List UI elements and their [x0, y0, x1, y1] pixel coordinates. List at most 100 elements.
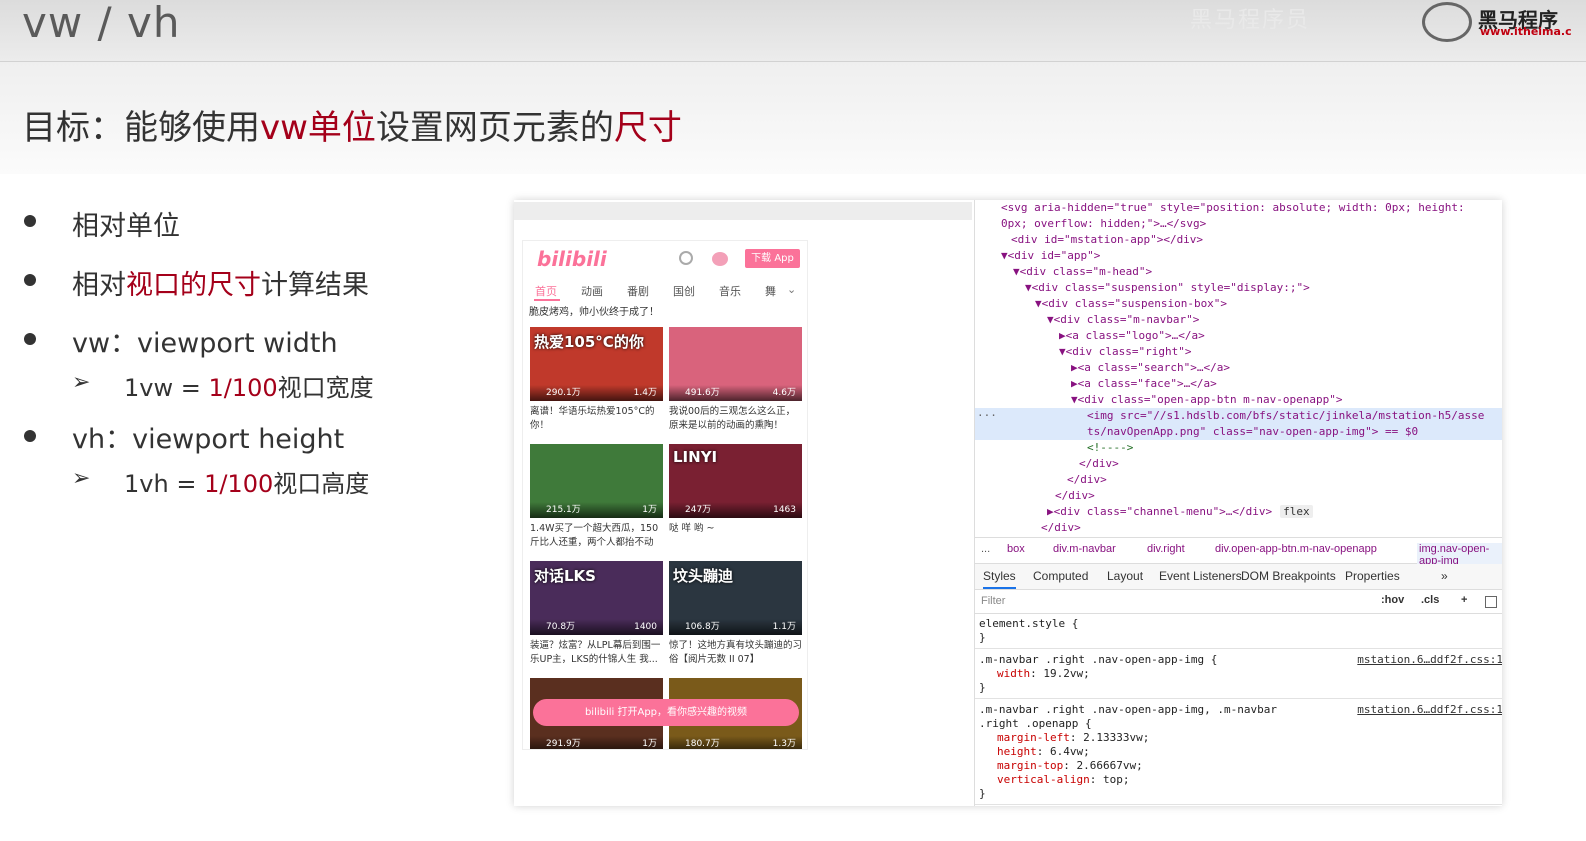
- video-caption[interactable]: 装逼？炫富？从LPL幕后到围一乐UP主，LKS的什锦人生 我...: [530, 639, 663, 667]
- dom-node[interactable]: ts/navOpenApp.png" class="nav-open-app-i…: [975, 424, 1502, 440]
- breadcrumb-item[interactable]: div.m-navbar: [1053, 543, 1116, 555]
- tab-guochuang[interactable]: 国创: [673, 283, 695, 299]
- css-prop-name: margin-left: [997, 731, 1070, 744]
- dom-node[interactable]: </div>: [975, 488, 1502, 504]
- search-icon[interactable]: [679, 251, 693, 265]
- chevron-down-icon[interactable]: ⌄: [787, 283, 796, 296]
- vh-def-em: 1/100: [204, 470, 274, 498]
- dom-node[interactable]: <!---->: [975, 440, 1502, 456]
- video-stats: 491.6万 4.6万: [669, 385, 802, 401]
- dom-node[interactable]: ▼<div class="open-app-btn m-nav-openapp"…: [975, 392, 1502, 408]
- video-thumbnail[interactable]: 215.1万 1万: [530, 444, 663, 518]
- video-card[interactable]: 对话LKS 70.8万 1400 装逼？炫富？从LPL幕后到围一乐UP主，LKS的什锦…: [530, 561, 663, 667]
- video-caption[interactable]: 离谱！华语乐坛热爱105°C的你！: [530, 405, 663, 433]
- video-card[interactable]: 坟头蹦迪 106.8万 1.1万惊了！这地方真有坟头蹦迪的习俗【阅片无数 II 07…: [669, 561, 802, 667]
- css-property[interactable]: margin-left: 2.13333vw;: [979, 731, 1499, 745]
- dom-node[interactable]: ▼<div class="suspension-box">: [975, 296, 1502, 312]
- tab-home[interactable]: 首页: [535, 283, 557, 299]
- dom-node[interactable]: ▼<div class="m-head">: [975, 264, 1502, 280]
- dom-node[interactable]: ▼<div class="m-navbar">: [975, 312, 1502, 328]
- thumbnail-text: 对话LKS: [534, 567, 596, 585]
- dom-node[interactable]: </div>: [975, 520, 1502, 536]
- dom-node[interactable]: ▶<a class="face">…</a>: [975, 376, 1502, 392]
- dom-node-text: ▼<div class="suspension-box">: [1035, 297, 1228, 310]
- css-source-link[interactable]: mstation.6…ddf2f.css:1: [1357, 653, 1502, 667]
- filter-input[interactable]: Filter: [981, 595, 1005, 607]
- breadcrumb-item[interactable]: div.right: [1147, 543, 1185, 555]
- css-prop-value[interactable]: 2.13333vw: [1083, 731, 1143, 744]
- feed-snippet: 脆皮烤鸡，帅小伙终于成了！: [529, 307, 659, 318]
- dom-node[interactable]: ▼<div class="right">: [975, 344, 1502, 360]
- css-prop-value[interactable]: 6.4vw: [1050, 745, 1083, 758]
- dom-node[interactable]: ▶<a class="logo">…</a>: [975, 328, 1502, 344]
- video-card[interactable]: 热爱105°C的你 290.1万 1.4万离谱！华语乐坛热爱105°C的你！: [530, 327, 663, 433]
- video-caption[interactable]: 1.4W买了一个超大西瓜，150斤比人还重，两个人都抬不动: [530, 522, 663, 550]
- dom-node[interactable]: <svg aria-hidden="true" style="position:…: [975, 200, 1502, 216]
- play-count: 180.7万: [685, 739, 720, 749]
- dom-node-text: ▶<a class="logo">…</a>: [1059, 329, 1205, 342]
- dom-node[interactable]: </div>: [975, 472, 1502, 488]
- styles-tabs: Styles Computed Layout Event Listeners DOM B…: [975, 564, 1502, 590]
- tab-event-listeners[interactable]: Event Listeners: [1159, 569, 1242, 583]
- cls-button[interactable]: .cls: [1421, 594, 1439, 606]
- dom-node[interactable]: <div id="mstation-app"></div>: [975, 232, 1502, 248]
- breadcrumb-item[interactable]: ...: [981, 543, 990, 555]
- dom-node[interactable]: </div>: [975, 456, 1502, 472]
- tab-computed[interactable]: Computed: [1033, 569, 1088, 583]
- tab-properties[interactable]: Properties: [1345, 569, 1400, 583]
- tab-layout[interactable]: Layout: [1107, 569, 1143, 583]
- video-thumbnail[interactable]: 491.6万 4.6万: [669, 327, 802, 401]
- css-prop-value[interactable]: top: [1103, 773, 1123, 786]
- filter-bar: Filter :hov .cls +: [975, 590, 1502, 614]
- css-property[interactable]: height: 6.4vw;: [979, 745, 1499, 759]
- css-rule[interactable]: element.style {}: [975, 614, 1502, 649]
- tab-dom-breakpoints[interactable]: DOM Breakpoints: [1241, 569, 1336, 583]
- goal-em-vw: vw单位: [260, 108, 376, 148]
- open-app-banner[interactable]: bilibili 打开App，看你感兴趣的视频: [533, 699, 799, 726]
- dom-node[interactable]: ▶<a class="search">…</a>: [975, 360, 1502, 376]
- dom-node[interactable]: ▶<div class="channel-menu">…</div> flex: [975, 504, 1502, 520]
- tab--[interactable]: »: [1441, 569, 1448, 583]
- css-property[interactable]: margin-top: 2.66667vw;: [979, 759, 1499, 773]
- css-prop-value[interactable]: 2.66667vw: [1076, 759, 1136, 772]
- tab-anime[interactable]: 动画: [581, 283, 603, 299]
- video-caption[interactable]: 我说00后的三观怎么这么正，原来是以前的动画的熏陶！: [669, 405, 802, 433]
- vw-definition: 1vw = 1/100视口宽度: [124, 368, 374, 403]
- tab-styles[interactable]: Styles: [983, 569, 1016, 589]
- breadcrumb-item[interactable]: div.open-app-btn.m-nav-openapp: [1215, 543, 1377, 555]
- flex-badge[interactable]: flex: [1280, 505, 1313, 518]
- avatar[interactable]: [712, 252, 728, 266]
- css-source-link[interactable]: mstation.6…ddf2f.css:1: [1357, 703, 1502, 717]
- css-prop-value[interactable]: 19.2vw: [1043, 667, 1083, 680]
- video-caption[interactable]: 惊了！这地方真有坟头蹦迪的习俗【阅片无数 II 07】: [669, 639, 802, 667]
- bilibili-logo[interactable]: bilibili: [537, 247, 607, 271]
- css-rule[interactable]: .m-navbar .right .nav-open-app-img, .m-n…: [975, 700, 1502, 805]
- thumbnail-text: LINYI: [673, 448, 718, 466]
- css-property[interactable]: width: 19.2vw;: [979, 667, 1499, 681]
- tab-dance[interactable]: 舞: [765, 283, 776, 299]
- tab-music[interactable]: 音乐: [719, 283, 741, 299]
- video-thumbnail[interactable]: 对话LKS 70.8万 1400: [530, 561, 663, 635]
- video-thumbnail[interactable]: 坟头蹦迪 106.8万 1.1万: [669, 561, 802, 635]
- dom-node[interactable]: ▼<div class="suspension" style="display:…: [975, 280, 1502, 296]
- video-card[interactable]: 491.6万 4.6万我说00后的三观怎么这么正，原来是以前的动画的熏陶！: [669, 327, 802, 433]
- breadcrumb-item[interactable]: box: [1007, 543, 1025, 555]
- video-thumbnail[interactable]: 热爱105°C的你 290.1万 1.4万: [530, 327, 663, 401]
- css-rule[interactable]: .m-navbar .right .nav-open-app-img {msta…: [975, 650, 1502, 699]
- dom-node[interactable]: ▼<div id="app">: [975, 248, 1502, 264]
- video-card[interactable]: 215.1万 1万 1.4W买了一个超大西瓜，150斤比人还重，两个人都抬不动: [530, 444, 663, 550]
- video-caption[interactable]: 哒 咩 哟 ~: [669, 522, 802, 550]
- css-property[interactable]: vertical-align: top;: [979, 773, 1499, 787]
- video-card[interactable]: LINYI 247万 1463 哒 咩 哟 ~: [669, 444, 802, 550]
- hov-button[interactable]: :hov: [1381, 594, 1404, 606]
- download-app-button[interactable]: 下载 App: [745, 249, 800, 268]
- bullet-dot: [24, 215, 36, 227]
- video-thumbnail[interactable]: LINYI 247万 1463: [669, 444, 802, 518]
- dom-node[interactable]: <img src="//s1.hdslb.com/bfs/static/jink…: [975, 408, 1502, 424]
- dom-node[interactable]: 0px; overflow: hidden;">…</svg>: [975, 216, 1502, 232]
- tab-bangumi[interactable]: 番剧: [627, 283, 649, 299]
- new-rule-button[interactable]: +: [1461, 594, 1467, 606]
- more-actions-icon[interactable]: ···: [977, 408, 997, 424]
- toggle-sidebar-icon[interactable]: [1485, 596, 1497, 608]
- danmaku-count: 1463: [773, 505, 796, 515]
